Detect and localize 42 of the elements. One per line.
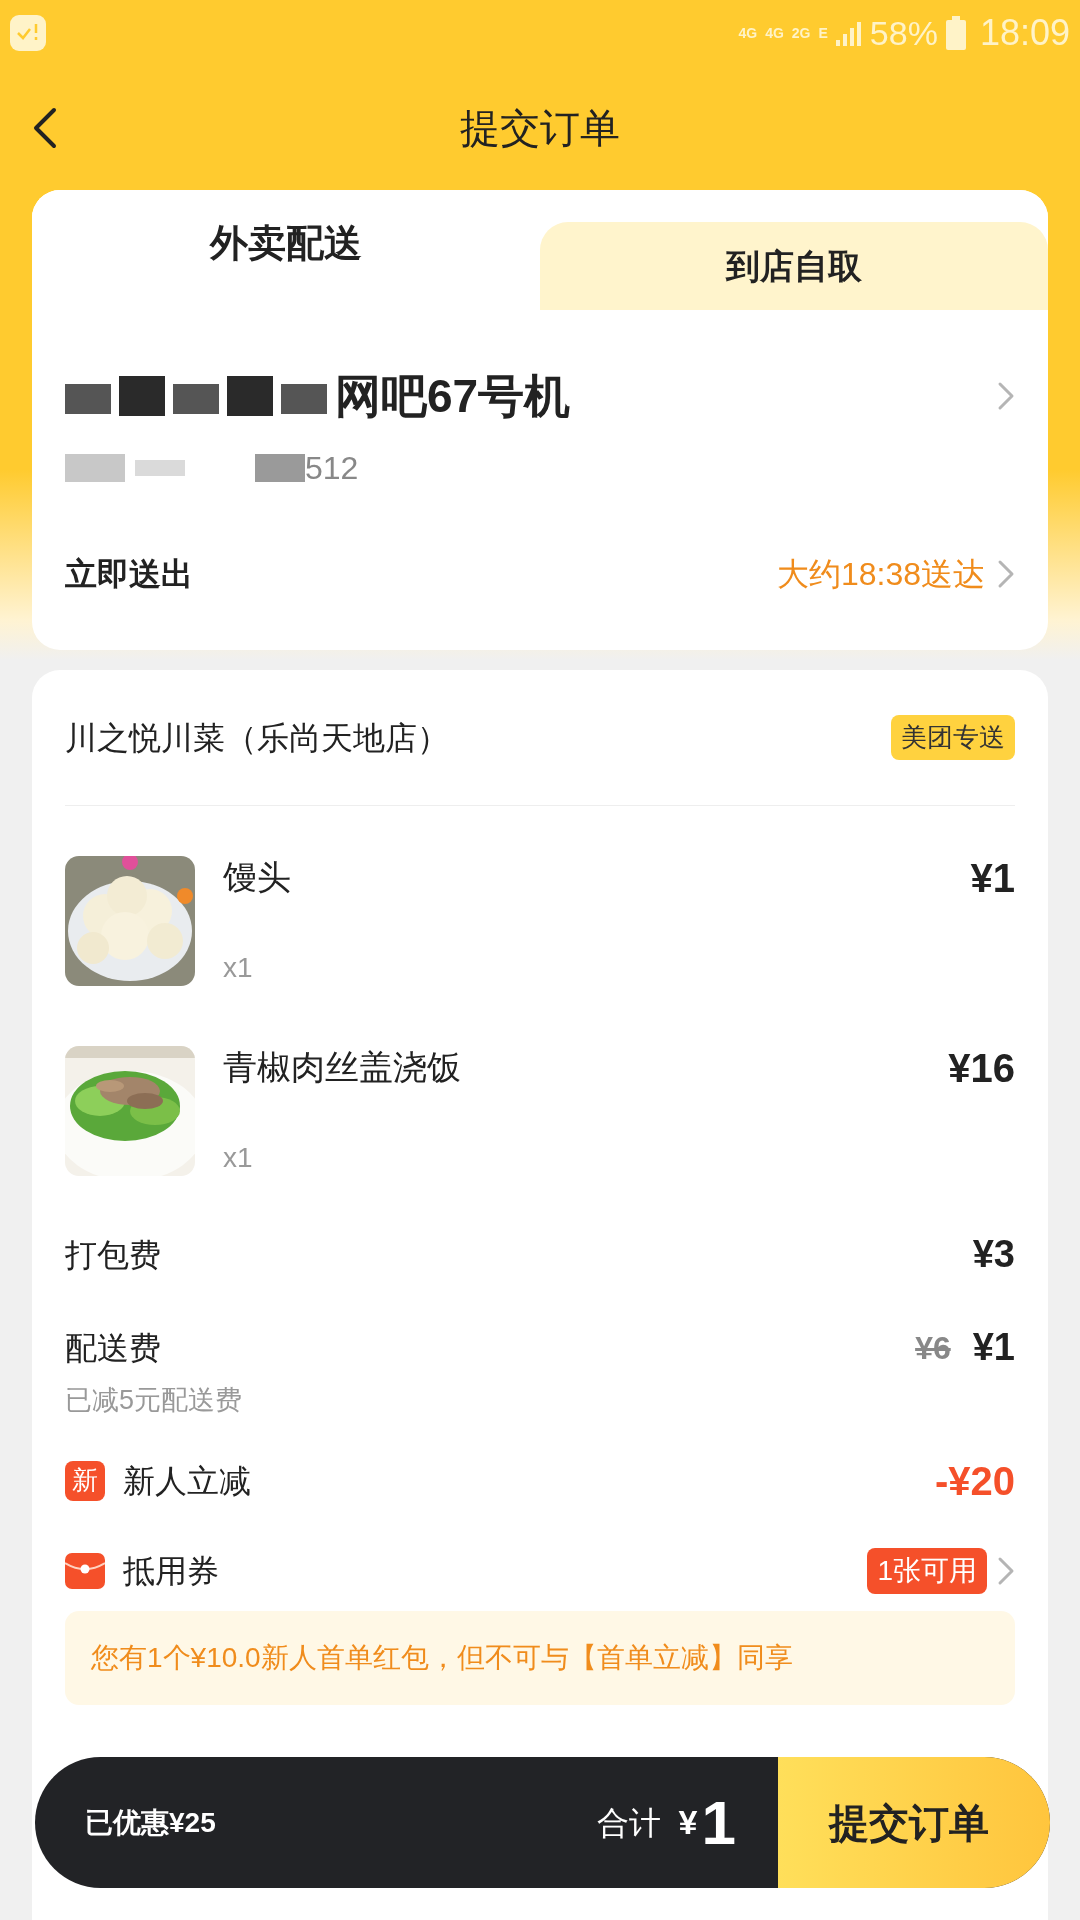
packing-fee-price: ¥3 xyxy=(972,1232,1015,1277)
network-label: 4G xyxy=(765,25,784,40)
original-delivery-fee: ¥6 xyxy=(915,1328,951,1368)
item-quantity: x1 xyxy=(223,954,254,982)
store-name: 川之悦川菜（乐尚天地店） xyxy=(65,718,449,758)
item-price: ¥16 xyxy=(948,1048,1015,1092)
delivery-service-tag: 美团专送 xyxy=(891,715,1015,760)
network-label: 2G xyxy=(791,25,811,40)
chevron-right-icon xyxy=(997,1555,1015,1586)
chevron-right-icon xyxy=(997,381,1015,411)
delivery-fee-label: 配送费 xyxy=(65,1328,161,1368)
discount-label: 抵用券 xyxy=(123,1551,219,1591)
saved-amount: 已优惠¥25 xyxy=(85,1805,216,1840)
delivery-fee-price: ¥1 xyxy=(972,1325,1015,1370)
item-name: 青椒肉丝盖浇饭 xyxy=(223,1050,461,1084)
envelope-icon xyxy=(65,1550,105,1591)
page-title: 提交订单 xyxy=(460,104,620,152)
address-name[interactable]: 网吧67号机 xyxy=(335,373,571,419)
submit-order-button[interactable]: 提交订单 xyxy=(778,1757,1050,1888)
total-label: 合计 xyxy=(596,1803,661,1843)
battery-percentage: 58% xyxy=(869,15,938,50)
delivery-time-label: 立即送出 xyxy=(65,555,193,594)
network-label: E xyxy=(818,25,828,40)
delivery-fee-note: 已减5元配送费 xyxy=(65,1384,244,1417)
total-amount: 1 xyxy=(701,1787,736,1859)
clock-time: 18:09 xyxy=(979,14,1070,51)
item-price: ¥1 xyxy=(970,858,1015,902)
signal-icon xyxy=(835,19,862,46)
chevron-right-icon xyxy=(997,559,1015,589)
coupon-notice: 您有1个¥10.0新人首单红包，但不可与【首单立减】同享 xyxy=(65,1610,1015,1705)
discount-label: 新人立减 xyxy=(123,1461,251,1501)
delivery-tab[interactable]: 到店自取 xyxy=(540,222,1048,310)
battery-icon xyxy=(945,15,966,50)
network-label: 4G xyxy=(738,25,758,40)
phone-number: 512 xyxy=(305,449,359,488)
item-quantity: x1 xyxy=(223,1144,254,1172)
packing-fee-label: 打包费 xyxy=(65,1235,161,1275)
discount-amount: -¥20 xyxy=(934,1457,1015,1505)
notification-icon xyxy=(10,14,46,51)
item-name: 馒头 xyxy=(223,860,291,894)
currency-symbol: ¥ xyxy=(678,1802,698,1843)
new-user-icon: 新 xyxy=(65,1460,105,1501)
